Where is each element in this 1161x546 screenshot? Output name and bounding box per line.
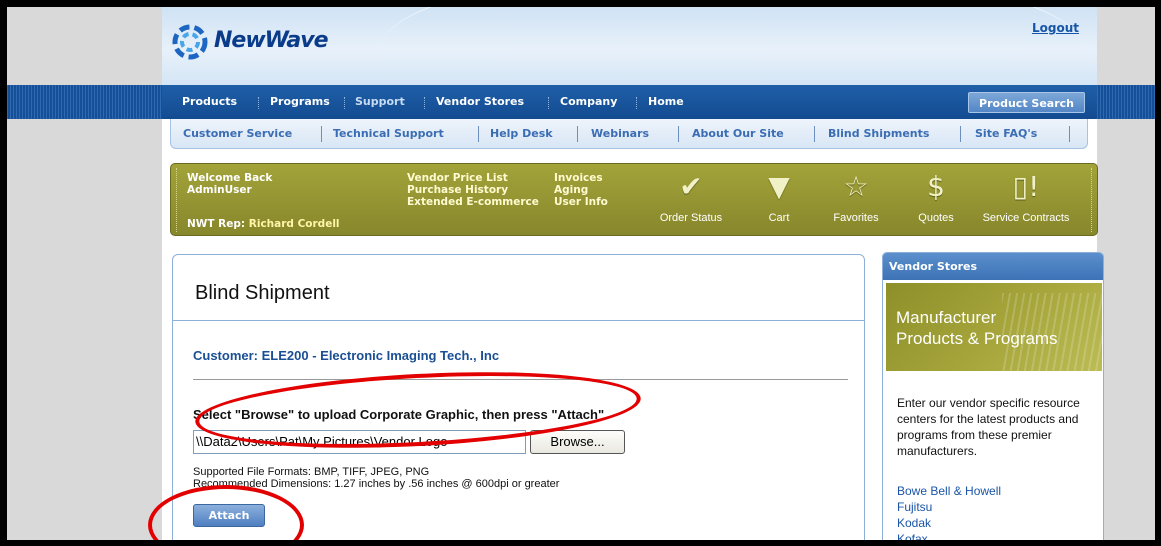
vendor-link-kofax[interactable]: Kofax bbox=[897, 531, 1001, 540]
nav-vendor-stores[interactable]: Vendor Stores bbox=[436, 85, 524, 119]
order-status-button[interactable]: ✔ Order Status bbox=[651, 170, 731, 224]
favorites-button[interactable]: ☆ Favorites bbox=[826, 170, 886, 224]
brand-name: NewWave bbox=[214, 28, 329, 53]
newwave-logo[interactable]: NewWave bbox=[170, 21, 330, 63]
blind-shipment-panel: Blind Shipment Customer: ELE200 - Electr… bbox=[172, 254, 865, 540]
nav-support[interactable]: Support bbox=[355, 85, 405, 119]
quotes-button[interactable]: $ Quotes bbox=[906, 170, 966, 224]
link-purchase-history[interactable]: Purchase History bbox=[407, 184, 508, 196]
nav-company[interactable]: Company bbox=[560, 85, 617, 119]
browse-button[interactable]: Browse... bbox=[530, 430, 625, 454]
main-nav: Products Programs Support Vendor Stores … bbox=[162, 85, 1097, 119]
vendor-link-kodak[interactable]: Kodak bbox=[897, 515, 1001, 531]
divider bbox=[173, 320, 864, 321]
page: NewWave Logout Products Programs Support… bbox=[162, 7, 1104, 540]
cart-icon: ▼ bbox=[768, 170, 790, 203]
recommended-dimensions: Recommended Dimensions: 1.27 inches by .… bbox=[193, 478, 560, 490]
logout-link[interactable]: Logout bbox=[1032, 21, 1079, 35]
right-gutter bbox=[1097, 7, 1155, 540]
attach-button[interactable]: Attach bbox=[193, 504, 265, 527]
star-icon: ☆ bbox=[843, 170, 869, 203]
link-vendor-price-list[interactable]: Vendor Price List bbox=[407, 172, 508, 184]
link-aging[interactable]: Aging bbox=[554, 184, 588, 196]
subnav-customer-service[interactable]: Customer Service bbox=[183, 127, 292, 140]
newwave-logo-icon bbox=[172, 24, 208, 60]
username: AdminUser bbox=[187, 184, 252, 196]
vendor-description: Enter our vendor specific resource cente… bbox=[897, 396, 1080, 458]
product-search-button[interactable]: Product Search bbox=[968, 92, 1085, 113]
document-alert-icon: ▯! bbox=[1012, 170, 1040, 203]
nav-programs[interactable]: Programs bbox=[270, 85, 330, 119]
vendor-link-fujitsu[interactable]: Fujitsu bbox=[897, 499, 1001, 515]
checkmark-icon: ✔ bbox=[679, 170, 703, 203]
rep-name: Richard Cordell bbox=[248, 218, 340, 230]
link-invoices[interactable]: Invoices bbox=[554, 172, 603, 184]
link-extended-ecommerce[interactable]: Extended E-commerce bbox=[407, 196, 539, 208]
rep-info: NWT Rep: Richard Cordell bbox=[187, 218, 340, 230]
left-gutter bbox=[7, 7, 162, 540]
divider bbox=[193, 379, 848, 380]
supported-formats: Supported File Formats: BMP, TIFF, JPEG,… bbox=[193, 466, 430, 478]
subnav-site-faq[interactable]: Site FAQ's bbox=[975, 127, 1037, 140]
account-toolbar: Welcome Back AdminUser NWT Rep: Richard … bbox=[170, 163, 1098, 236]
link-user-info[interactable]: User Info bbox=[554, 196, 608, 208]
cart-button[interactable]: ▼ Cart bbox=[754, 170, 804, 224]
vendor-link-bowe-bell-howell[interactable]: Bowe Bell & Howell bbox=[897, 483, 1001, 499]
page-title: Blind Shipment bbox=[195, 282, 330, 304]
subnav-webinars[interactable]: Webinars bbox=[591, 127, 649, 140]
subnav-technical-support[interactable]: Technical Support bbox=[333, 127, 444, 140]
subnav-blind-shipments[interactable]: Blind Shipments bbox=[828, 127, 929, 140]
dollar-icon: $ bbox=[927, 170, 945, 203]
subnav-help-desk[interactable]: Help Desk bbox=[490, 127, 553, 140]
site-header: NewWave Logout bbox=[162, 7, 1097, 85]
format-info: Supported File Formats: BMP, TIFF, JPEG,… bbox=[193, 466, 559, 490]
sub-nav: Customer Service Technical Support Help … bbox=[162, 119, 1097, 149]
browser-viewport: NewWave Logout Products Programs Support… bbox=[7, 7, 1155, 540]
service-contracts-button[interactable]: ▯! Service Contracts bbox=[976, 170, 1076, 224]
banner-line-2: Products & Programs bbox=[896, 329, 1058, 348]
nav-home[interactable]: Home bbox=[648, 85, 684, 119]
banner-line-1: Manufacturer bbox=[896, 308, 997, 327]
nav-products[interactable]: Products bbox=[182, 85, 237, 119]
upload-instructions: Select "Browse" to upload Corporate Grap… bbox=[193, 407, 605, 422]
vendor-stores-panel: Vendor Stores Manufacturer Products & Pr… bbox=[882, 252, 1104, 540]
vendor-stores-header: Vendor Stores bbox=[883, 253, 1103, 280]
welcome-text: Welcome Back bbox=[187, 172, 273, 184]
vendor-links: Bowe Bell & Howell Fujitsu Kodak Kofax bbox=[897, 483, 1001, 540]
file-path-input[interactable]: \\Data2\Users\Pat\My Pictures\Vendor Log… bbox=[193, 430, 526, 454]
rep-label: NWT Rep: bbox=[187, 218, 246, 230]
customer-label: Customer: ELE200 - Electronic Imaging Te… bbox=[193, 348, 500, 363]
manufacturer-banner[interactable]: Manufacturer Products & Programs bbox=[886, 283, 1102, 371]
subnav-about-our-site[interactable]: About Our Site bbox=[692, 127, 784, 140]
